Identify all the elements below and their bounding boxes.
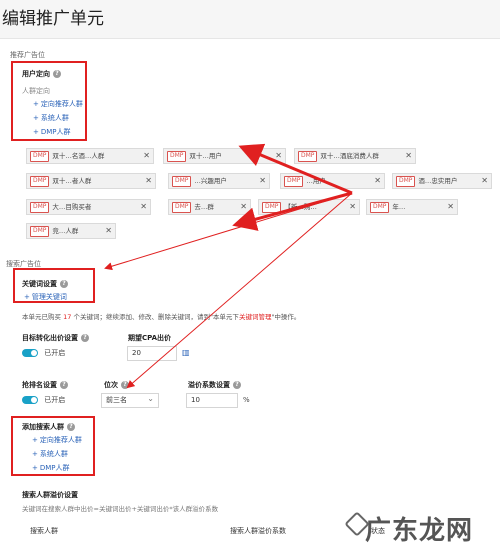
annotation-arrow — [232, 191, 353, 231]
annotation-arrow — [238, 143, 353, 195]
annotation-arrows — [104, 143, 353, 389]
watermark: 广东龙网 — [365, 516, 474, 546]
annotation-arrow — [104, 192, 353, 271]
